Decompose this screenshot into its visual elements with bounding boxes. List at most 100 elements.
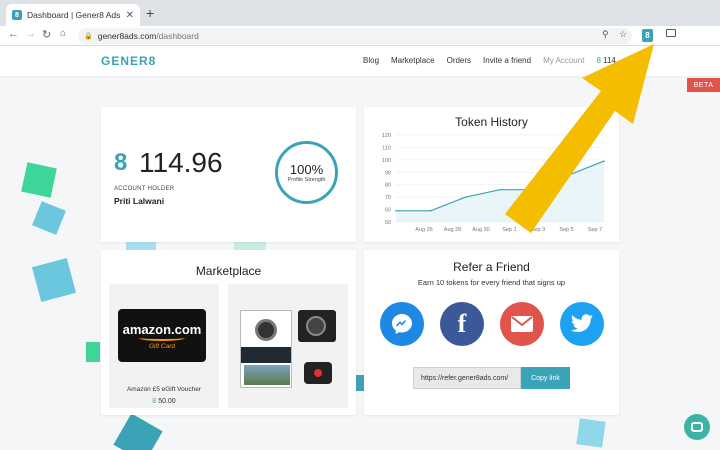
url-text: gener8ads.com/dashboard	[98, 31, 199, 41]
decor-cube	[31, 257, 77, 303]
gener8-logo[interactable]: GENER8	[101, 54, 156, 68]
lens-icon	[306, 316, 326, 336]
mail-icon	[511, 316, 533, 332]
amazon-smile-icon	[139, 335, 185, 341]
marketplace-card: Marketplace amazon.com Gift Card Amazon …	[101, 250, 356, 415]
gift-card-label: Gift Card	[148, 342, 175, 350]
messenger-share-button[interactable]	[380, 302, 424, 346]
nav-invite[interactable]: Invite a friend	[483, 56, 531, 65]
cast-icon[interactable]	[666, 29, 676, 37]
lock-icon: 🔒	[84, 33, 93, 40]
chart-data-point	[568, 173, 571, 176]
nav-balance[interactable]: 8 114	[596, 56, 627, 65]
decor-cube	[86, 342, 100, 362]
chart-y-tick-label: 60	[385, 208, 391, 214]
product-card-action-camera[interactable]	[228, 284, 348, 408]
nav-balance-value: 114	[603, 56, 616, 65]
refer-title: Refer a Friend	[453, 260, 530, 274]
box-band	[241, 347, 291, 363]
zoom-icon[interactable]: ⚲	[602, 29, 609, 40]
camera-box-image	[240, 310, 292, 388]
email-share-button[interactable]	[500, 302, 544, 346]
chart-data-point	[499, 188, 501, 191]
browser-tab-bar: 8 Dashboard | Gener8 Ads ✕ +	[0, 0, 720, 26]
chart-data-point	[395, 210, 397, 212]
chart-y-tick-label: 110	[382, 145, 391, 151]
balance-card: 8 114.96 ACCOUNT HOLDER Priti Lalwani 10…	[101, 107, 356, 242]
lens-icon	[255, 319, 277, 341]
token-history-title: Token History	[455, 115, 528, 129]
box-photo	[244, 365, 290, 385]
nav-blog[interactable]: Blog	[363, 56, 379, 65]
chart-y-tick-label: 100	[382, 158, 391, 164]
browser-tab[interactable]: 8 Dashboard | Gener8 Ads ✕	[6, 4, 140, 26]
back-icon[interactable]: ←	[8, 28, 19, 40]
nav-marketplace[interactable]: Marketplace	[391, 56, 435, 65]
profile-strength-label: Profile Strength	[287, 177, 326, 183]
decor-cube	[113, 413, 163, 450]
chart-x-tick-label: Sep 1	[502, 227, 516, 233]
tab-title: Dashboard | Gener8 Ads	[27, 10, 121, 20]
product-price: 8 50.00	[109, 398, 219, 405]
chart-data-point	[429, 210, 432, 212]
token-icon: 8	[596, 56, 601, 65]
chat-launcher-button[interactable]	[684, 414, 710, 440]
account-holder-name: Priti Lalwani	[114, 196, 165, 206]
account-holder-label: ACCOUNT HOLDER	[114, 186, 175, 192]
url-domain: gener8ads.com	[97, 31, 157, 41]
chart-x-tick-label: Sep 5	[559, 227, 573, 233]
chart-x-tick-label: Aug 26	[415, 227, 432, 233]
product-name: Amazon £5 eGift Voucher	[126, 386, 202, 393]
new-tab-icon[interactable]: +	[146, 5, 154, 21]
token-history-chart: 50 60 70 80 90 100 110 120 Aug 26 Aug 28 Aug 30 Sep…	[382, 133, 605, 233]
twitter-share-button[interactable]	[560, 302, 604, 346]
decor-cube	[576, 418, 606, 448]
bookmark-star-icon[interactable]: ☆	[619, 29, 627, 40]
chart-x-tick-label: Aug 30	[472, 227, 489, 233]
chart-data-point	[533, 188, 536, 191]
chart-y-tick-label: 80	[385, 183, 391, 189]
chart-y-tick-label: 90	[385, 170, 391, 176]
close-icon[interactable]: ✕	[126, 10, 134, 21]
profile-strength-ring[interactable]: 100% Profile Strength	[275, 141, 338, 204]
main-nav: Blog Marketplace Orders Invite a friend …	[363, 56, 640, 65]
site-header: GENER8 Blog Marketplace Orders Invite a …	[0, 46, 720, 76]
reload-icon[interactable]: ↻	[42, 28, 51, 41]
url-path: /dashboard	[156, 31, 199, 41]
gener8-favicon-icon: 8	[12, 10, 22, 20]
beta-badge: BETA	[687, 78, 720, 92]
nav-orders[interactable]: Orders	[447, 56, 471, 65]
chart-data-point	[464, 196, 467, 198]
referral-link-input[interactable]: https://refer.gener8ads.com/	[413, 367, 521, 389]
forward-icon[interactable]: →	[25, 28, 36, 40]
gener8-extension-icon[interactable]: 8	[642, 29, 653, 42]
chart-data-point	[603, 160, 605, 162]
remote-button	[314, 369, 322, 377]
chart-y-tick-label: 120	[382, 133, 391, 139]
token-history-card: Token History 50 60 70 80 90 100 110 120 Aug 26 A…	[364, 107, 619, 242]
refer-subtitle: Earn 10 tokens for every friend that sig…	[417, 278, 566, 287]
chart-y-tick-label: 50	[385, 220, 391, 226]
facebook-icon: f	[457, 309, 467, 338]
profile-strength-value: 100%	[289, 162, 324, 177]
home-icon[interactable]: ⌂	[60, 28, 66, 39]
token-icon: 8	[114, 149, 128, 176]
chart-x-tick-label: Sep 3	[531, 227, 545, 233]
address-bar: ← → ↻ ⌂ 🔒 gener8ads.com/dashboard ⚲ ☆ ⋮	[0, 26, 720, 65]
token-balance: 114.96	[139, 147, 223, 178]
product-card-amazon[interactable]: amazon.com Gift Card Amazon £5 eGift Vou…	[109, 284, 219, 408]
url-input[interactable]: 🔒 gener8ads.com/dashboard	[78, 28, 632, 44]
marketplace-title: Marketplace	[195, 264, 262, 278]
amazon-gift-card-image: amazon.com Gift Card	[118, 309, 206, 362]
nav-my-account[interactable]: My Account	[543, 56, 584, 65]
chart-area-fill	[396, 161, 604, 222]
product-price-value: 50.00	[158, 398, 176, 405]
messenger-icon	[392, 314, 412, 334]
copy-link-button[interactable]: Copy link	[521, 367, 570, 389]
chart-x-tick-label: Sep 7	[588, 227, 602, 233]
facebook-share-button[interactable]: f	[440, 302, 484, 346]
chart-y-tick-label: 70	[385, 195, 391, 201]
action-camera-image	[298, 310, 336, 342]
decor-cube	[32, 201, 66, 235]
chat-icon	[691, 422, 703, 432]
